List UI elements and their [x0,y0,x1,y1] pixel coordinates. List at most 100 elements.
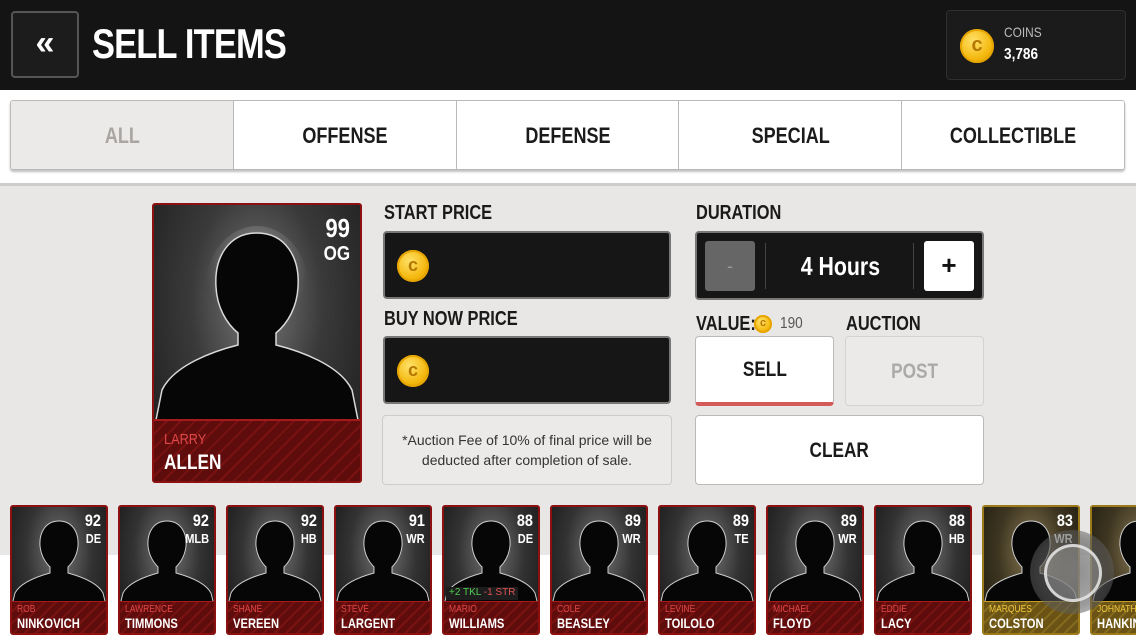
card-last-name: TIMMONS [125,615,178,631]
coins-value: 3,786 [1004,46,1039,63]
card-first-name: LARRY [164,431,207,448]
tab-label: OFFENSE [302,123,388,148]
card-rating: 92 [192,511,209,530]
clear-label: CLEAR [809,439,870,462]
card-first-name: MICHAEL [773,604,811,615]
roster-player-card[interactable]: 92 MLB LAWRENCE TIMMONS [118,505,216,635]
card-nameplate: LARRY ALLEN [154,419,360,481]
coin-icon [397,250,429,282]
card-nameplate: EDDIE LACY [876,601,970,633]
sell-label: SELL [742,358,787,381]
tab-offense[interactable]: OFFENSE [233,101,457,169]
duration-decrease-button[interactable]: - [705,241,755,291]
roster-player-card[interactable]: 88 HB EDDIE LACY [874,505,972,635]
tab-label: COLLECTIBLE [949,123,1077,148]
card-last-name: BEASLEY [557,615,610,631]
roster-player-card[interactable]: 89 WR MICHAEL FLOYD [766,505,864,635]
card-rating: 88 [948,511,965,530]
coin-icon [754,315,772,333]
card-nameplate: STEVE LARGENT [336,601,430,633]
card-nameplate: MICHAEL FLOYD [768,601,862,633]
roster-player-card[interactable]: 88 DE +2 TKL -1 STR MARIO WILLIAMS [442,505,540,635]
roster-player-card[interactable]: 92 HB SHANE VEREEN [226,505,324,635]
roster-player-card[interactable]: 91 WR STEVE LARGENT [334,505,432,635]
card-nameplate: COLE BEASLEY [552,601,646,633]
card-nameplate: LAWRENCE TIMMONS [120,601,214,633]
roster-player-card[interactable]: 89 WR COLE BEASLEY [550,505,648,635]
auction-label: AUCTION [846,313,921,335]
stat-boost-badge: +2 TKL -1 STR [446,587,519,600]
card-last-name: HANKINS [1097,615,1136,631]
card-rating: 99 [325,213,350,243]
card-nameplate: MARIO WILLIAMS [444,601,538,633]
tab-collectible[interactable]: COLLECTIBLE [902,101,1124,169]
card-last-name: LACY [881,615,912,631]
start-price-input[interactable] [383,231,671,299]
duration-stepper: - 4 Hours + [695,231,984,300]
post-button[interactable]: POST [845,336,984,406]
card-position: DE [85,531,101,546]
tab-all[interactable]: ALL [11,101,234,169]
card-last-name: ALLEN [164,451,222,474]
coin-icon [960,29,994,63]
card-position: DE [517,531,533,546]
card-rating: 83 [1056,511,1073,530]
card-last-name: TOILOLO [665,615,715,631]
card-first-name: LAWRENCE [125,604,173,615]
start-price-label: START PRICE [384,202,493,224]
card-rating: 89 [840,511,857,530]
card-position: HB [301,531,317,546]
coin-icon [397,355,429,387]
card-first-name: JOHNATHAN [1097,604,1136,615]
tab-special[interactable]: SPECIAL [679,101,903,169]
page-title: SELL ITEMS [92,20,287,67]
card-first-name: MARQUES [989,604,1032,615]
card-first-name: EDDIE [881,604,907,615]
card-last-name: LARGENT [341,615,396,631]
card-rating: 89 [732,511,749,530]
card-position: MLB [185,531,209,546]
duration-text: 4 Hours [800,251,880,281]
card-position: WR [838,531,857,546]
clear-button[interactable]: CLEAR [695,415,984,485]
auction-fee-note: *Auction Fee of 10% of final price will … [382,415,672,485]
assistive-touch-icon[interactable] [1030,530,1114,614]
card-nameplate: LEVINE TOILOLO [660,601,754,633]
divider [913,243,914,289]
card-last-name: VEREEN [233,615,280,631]
duration-value: 4 Hours [767,251,913,282]
tab-label: SPECIAL [751,123,830,148]
card-first-name: COLE [557,604,581,615]
back-button[interactable]: « [11,11,79,78]
card-nameplate: ROB NINKOVICH [12,601,106,633]
card-first-name: SHANE [233,604,263,615]
sell-button[interactable]: SELL [695,336,834,406]
coins-balance: COINS 3,786 [946,10,1126,80]
category-tabs: ALL OFFENSE DEFENSE SPECIAL COLLECTIBLE [10,100,1125,170]
double-chevron-left-icon: « [35,24,55,62]
card-rating: 91 [408,511,425,530]
card-rating: 92 [300,511,317,530]
card-position: WR [622,531,641,546]
card-rating: 89 [624,511,641,530]
card-position: HB [949,531,965,546]
post-label: POST [891,360,938,383]
card-last-name: COLSTON [989,615,1044,631]
value-label: VALUE: [696,313,756,335]
boost-up: +2 TKL [449,587,481,598]
duration-increase-button[interactable]: + [924,241,974,291]
selected-player-card: 99 OG LARRY ALLEN [152,203,362,483]
tab-defense[interactable]: DEFENSE [456,101,680,169]
value-amount: 190 [780,315,803,332]
divider [765,243,766,289]
card-last-name: FLOYD [773,615,811,631]
roster-player-card[interactable]: 92 DE ROB NINKOVICH [10,505,108,635]
buy-now-price-input[interactable] [383,336,671,404]
tab-label: ALL [104,123,140,148]
card-first-name: LEVINE [665,604,696,615]
card-rating: 88 [516,511,533,530]
coins-label: COINS [1004,24,1042,40]
card-position: TE [734,531,749,546]
top-bar: « SELL ITEMS COINS 3,786 [0,0,1136,90]
roster-player-card[interactable]: 89 TE LEVINE TOILOLO [658,505,756,635]
